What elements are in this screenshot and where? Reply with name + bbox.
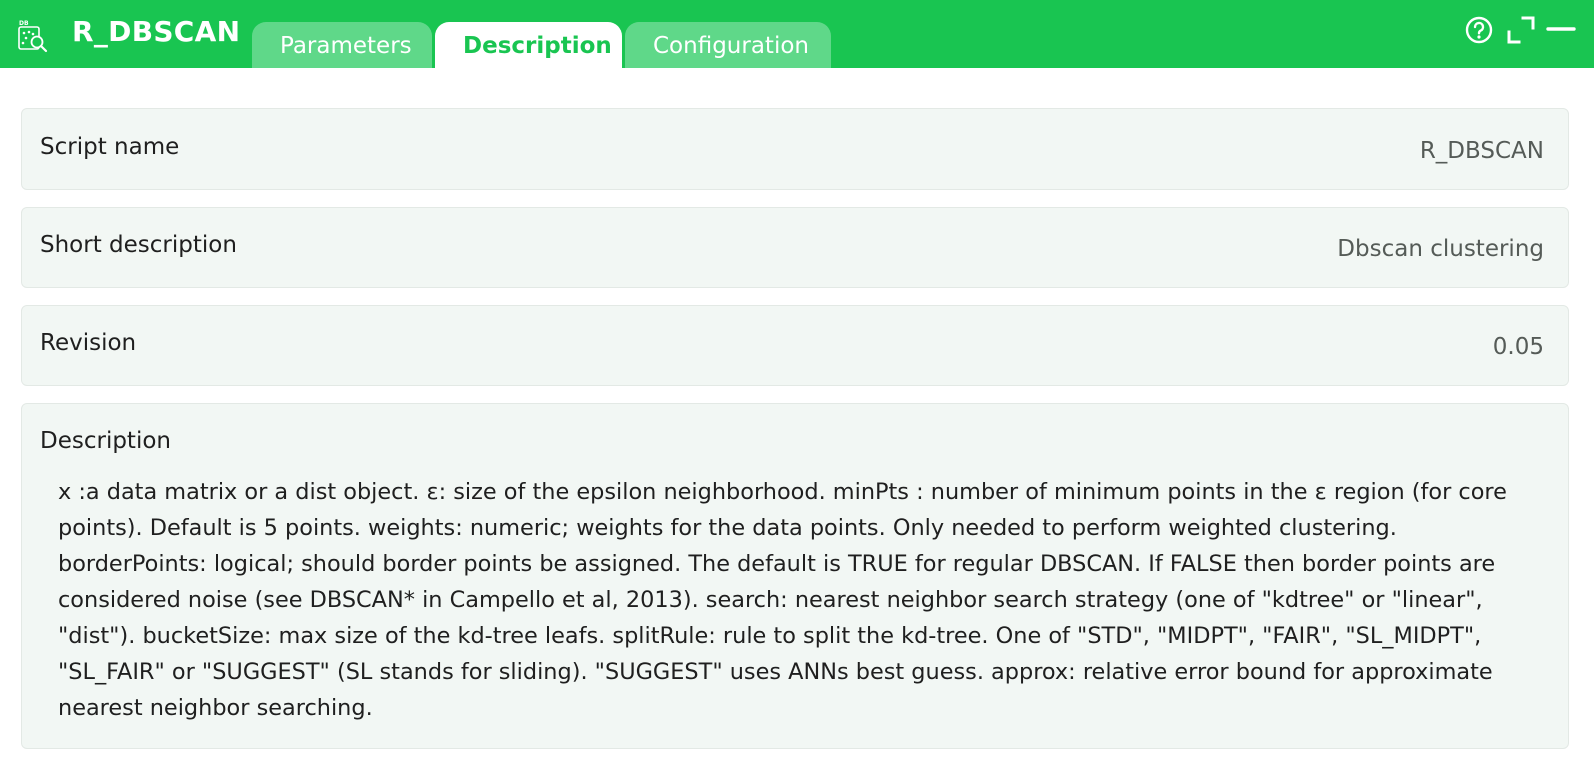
short-description-card: Short description Dbscan clustering: [21, 207, 1569, 288]
svg-text:DB: DB: [19, 20, 29, 27]
revision-value: 0.05: [1492, 334, 1544, 360]
revision-card: Revision 0.05: [21, 305, 1569, 386]
script-name-card: Script name R_DBSCAN: [21, 108, 1569, 190]
app-title: R_DBSCAN: [72, 15, 241, 48]
dbscan-search-icon: DB: [18, 20, 48, 53]
minimize-icon[interactable]: [1545, 14, 1577, 46]
description-text: x :a data matrix or a dist object. ε: si…: [58, 479, 1507, 721]
description-label: Description: [40, 428, 171, 454]
tab-bar: Parameters Description Configuration: [252, 22, 834, 68]
help-icon[interactable]: [1463, 14, 1495, 46]
maximize-icon[interactable]: [1505, 14, 1537, 46]
tab-parameters[interactable]: Parameters: [252, 22, 432, 68]
short-description-label: Short description: [40, 232, 237, 258]
app-header: DB R_DBSCAN Parameters Description Confi…: [0, 0, 1594, 68]
description-card: Description x :a data matrix or a dist o…: [21, 403, 1569, 749]
tab-description[interactable]: Description: [435, 22, 622, 68]
tab-configuration[interactable]: Configuration: [625, 22, 831, 68]
short-description-value: Dbscan clustering: [1337, 236, 1544, 262]
script-name-value: R_DBSCAN: [1419, 138, 1544, 164]
revision-label: Revision: [40, 330, 137, 356]
script-name-label: Script name: [40, 134, 180, 160]
